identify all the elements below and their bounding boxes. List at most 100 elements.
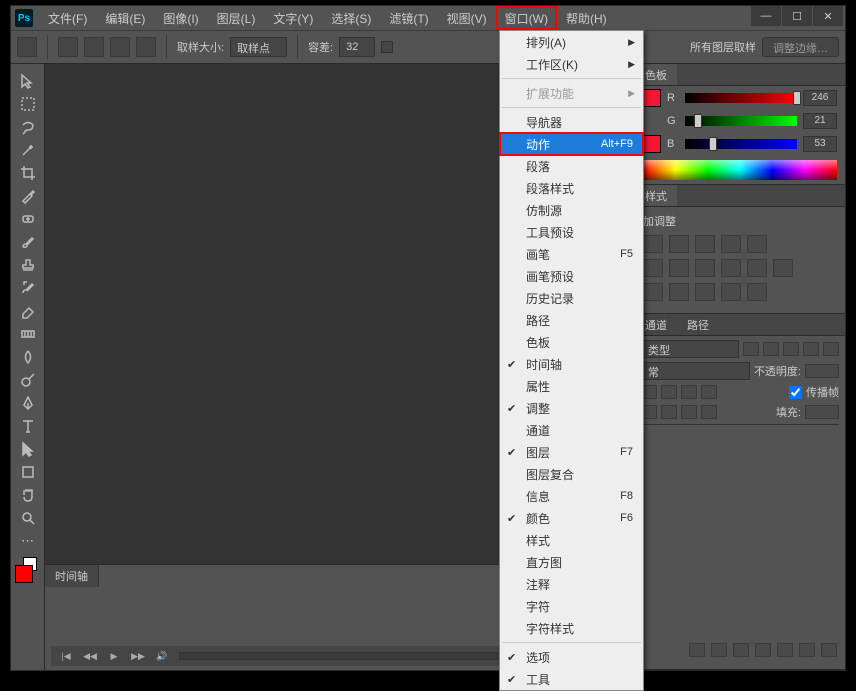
menu-view[interactable]: 视图(V) bbox=[438, 6, 496, 30]
eyedropper-tool[interactable] bbox=[15, 185, 41, 207]
filter-adj-icon[interactable] bbox=[763, 342, 779, 356]
adj-levels-icon[interactable] bbox=[669, 235, 689, 253]
adj-selcol-icon[interactable] bbox=[747, 283, 767, 301]
adj-layer-icon[interactable] bbox=[755, 643, 771, 657]
lock-pos-icon[interactable] bbox=[681, 385, 697, 399]
shape-tool[interactable] bbox=[15, 461, 41, 483]
filter-type-icon[interactable] bbox=[783, 342, 799, 356]
healing-tool[interactable] bbox=[15, 208, 41, 230]
timeline-tab[interactable]: 时间轴 bbox=[45, 565, 99, 587]
fx-icon[interactable] bbox=[711, 643, 727, 657]
mi-clone-src[interactable]: 仿制源 bbox=[500, 199, 643, 221]
adj-lookup-icon[interactable] bbox=[773, 259, 793, 277]
menu-edit[interactable]: 编辑(E) bbox=[96, 6, 154, 30]
adj-exposure-icon[interactable] bbox=[721, 235, 741, 253]
adj-colorbal-icon[interactable] bbox=[669, 259, 689, 277]
new-layer-icon[interactable] bbox=[799, 643, 815, 657]
mi-channels[interactable]: 通道 bbox=[500, 419, 643, 441]
blur-tool[interactable] bbox=[15, 346, 41, 368]
mi-swatches[interactable]: 色板 bbox=[500, 331, 643, 353]
tolerance-input[interactable] bbox=[339, 37, 375, 57]
adj-bw-icon[interactable] bbox=[695, 259, 715, 277]
hand-tool[interactable] bbox=[15, 484, 41, 506]
adj-photo-icon[interactable] bbox=[721, 259, 741, 277]
mi-actions[interactable]: 动作Alt+F9 bbox=[500, 133, 643, 155]
mi-histogram[interactable]: 直方图 bbox=[500, 551, 643, 573]
opt-icon-2[interactable] bbox=[84, 37, 104, 57]
adj-thresh-icon[interactable] bbox=[695, 283, 715, 301]
mi-paragraph[interactable]: 段落 bbox=[500, 155, 643, 177]
mi-para-styles[interactable]: 段落样式 bbox=[500, 177, 643, 199]
mi-character[interactable]: 字符 bbox=[500, 595, 643, 617]
b-slider[interactable] bbox=[685, 139, 797, 149]
minimize-button[interactable]: — bbox=[751, 6, 781, 26]
dodge-tool[interactable] bbox=[15, 369, 41, 391]
r-value[interactable]: 246 bbox=[803, 90, 837, 106]
menu-image[interactable]: 图像(I) bbox=[154, 6, 207, 30]
mi-layers[interactable]: ✔图层F7 bbox=[500, 441, 643, 463]
mi-info[interactable]: 信息F8 bbox=[500, 485, 643, 507]
trash-icon[interactable] bbox=[821, 643, 837, 657]
adj-brightness-icon[interactable] bbox=[643, 235, 663, 253]
antialias-check[interactable] bbox=[381, 41, 393, 53]
mi-styles[interactable]: 样式 bbox=[500, 529, 643, 551]
color-spectrum[interactable] bbox=[643, 160, 837, 180]
mi-workspace[interactable]: 工作区(K)▶ bbox=[500, 53, 643, 75]
tl-first-icon[interactable]: |◀ bbox=[55, 648, 77, 664]
mi-color[interactable]: ✔颜色F6 bbox=[500, 507, 643, 529]
zoom-tool[interactable] bbox=[15, 507, 41, 529]
mi-tools[interactable]: ✔工具 bbox=[500, 668, 643, 690]
mi-adjustments[interactable]: ✔调整 bbox=[500, 397, 643, 419]
lasso-tool[interactable] bbox=[15, 116, 41, 138]
mi-navigator[interactable]: 导航器 bbox=[500, 111, 643, 133]
mi-paths[interactable]: 路径 bbox=[500, 309, 643, 331]
b-value[interactable]: 53 bbox=[803, 136, 837, 152]
filter-pixel-icon[interactable] bbox=[743, 342, 759, 356]
tl-play-icon[interactable]: ▶ bbox=[103, 648, 125, 664]
filter-shape-icon[interactable] bbox=[803, 342, 819, 356]
path-select-tool[interactable] bbox=[15, 438, 41, 460]
adj-chmix-icon[interactable] bbox=[747, 259, 767, 277]
link-icon[interactable] bbox=[689, 643, 705, 657]
tl-audio-icon[interactable]: 🔊 bbox=[151, 648, 173, 664]
eraser-tool[interactable] bbox=[15, 300, 41, 322]
menu-help[interactable]: 帮助(H) bbox=[557, 6, 616, 30]
adj-curves-icon[interactable] bbox=[695, 235, 715, 253]
secondary-color-swatch[interactable] bbox=[643, 135, 661, 153]
lock-pixel-icon[interactable] bbox=[661, 385, 677, 399]
adj-invert-icon[interactable] bbox=[643, 283, 663, 301]
menu-filter[interactable]: 滤镜(T) bbox=[380, 6, 437, 30]
group-icon[interactable] bbox=[777, 643, 793, 657]
maximize-button[interactable]: ☐ bbox=[782, 6, 812, 26]
mi-char-styles[interactable]: 字符样式 bbox=[500, 617, 643, 639]
mi-history[interactable]: 历史记录 bbox=[500, 287, 643, 309]
mi-arrange[interactable]: 排列(A)▶ bbox=[500, 31, 643, 53]
edit-toolbar[interactable]: ⋯ bbox=[15, 530, 41, 552]
sample-size-dropdown[interactable]: 取样点 bbox=[230, 37, 287, 57]
history-brush-tool[interactable] bbox=[15, 277, 41, 299]
menu-file[interactable]: 文件(F) bbox=[39, 6, 96, 30]
adj-hue-icon[interactable] bbox=[643, 259, 663, 277]
propagate-check[interactable] bbox=[789, 386, 802, 399]
opacity-field[interactable] bbox=[805, 364, 839, 378]
mi-brush-presets[interactable]: 画笔预设 bbox=[500, 265, 643, 287]
g-value[interactable]: 21 bbox=[803, 113, 837, 129]
mi-properties[interactable]: 属性 bbox=[500, 375, 643, 397]
lock4-icon[interactable] bbox=[681, 405, 697, 419]
foreground-swatch[interactable] bbox=[15, 565, 33, 583]
tl-prev-icon[interactable]: ◀◀ bbox=[79, 648, 101, 664]
type-tool[interactable] bbox=[15, 415, 41, 437]
mi-brush[interactable]: 画笔F5 bbox=[500, 243, 643, 265]
menu-type[interactable]: 文字(Y) bbox=[264, 6, 322, 30]
stamp-tool[interactable] bbox=[15, 254, 41, 276]
fill-field[interactable] bbox=[805, 405, 839, 419]
menu-window[interactable]: 窗口(W) bbox=[496, 6, 557, 30]
brush-tool[interactable] bbox=[15, 231, 41, 253]
adj-vibrance-icon[interactable] bbox=[747, 235, 767, 253]
opt-icon-4[interactable] bbox=[136, 37, 156, 57]
current-color-swatch[interactable] bbox=[643, 89, 661, 107]
tl-next-icon[interactable]: ▶▶ bbox=[127, 648, 149, 664]
color-swatches[interactable] bbox=[13, 557, 43, 587]
lock3-icon[interactable] bbox=[661, 405, 677, 419]
g-slider[interactable] bbox=[685, 116, 797, 126]
